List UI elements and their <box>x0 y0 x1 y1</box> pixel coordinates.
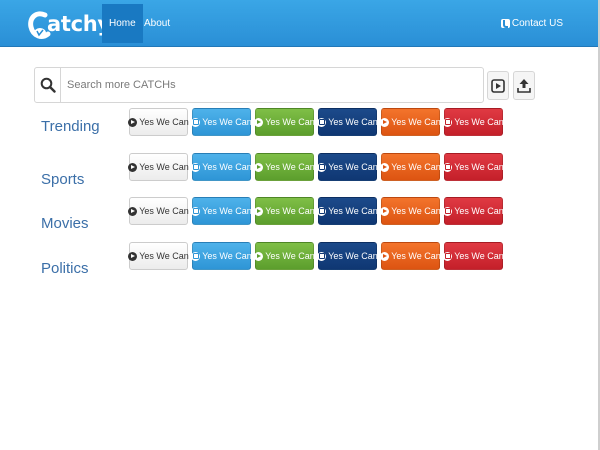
stop-circle-icon <box>443 251 453 261</box>
button-label: Yes We Can <box>202 117 252 127</box>
button-label: Yes We Can <box>454 206 504 216</box>
play-circle-icon <box>254 206 264 216</box>
yes-we-can-button-success[interactable]: Yes We Can <box>254 153 315 181</box>
yes-we-can-button-warning[interactable]: Yes We Can <box>380 242 441 270</box>
play-circle-icon <box>128 251 138 261</box>
play-circle-icon <box>128 206 138 216</box>
yes-we-can-button-primary[interactable]: Yes We Can <box>191 153 252 181</box>
button-label: Yes We Can <box>202 206 252 216</box>
stop-circle-icon <box>191 206 201 216</box>
navbar: atchy Home About Contact US <box>0 0 600 47</box>
yes-we-can-button-info[interactable]: Yes We Can <box>317 153 378 181</box>
button-label: Yes We Can <box>454 251 504 261</box>
button-label: Yes We Can <box>391 162 441 172</box>
button-label: Yes We Can <box>265 251 315 261</box>
search-bar <box>34 67 484 103</box>
button-label: Yes We Can <box>139 251 189 261</box>
yes-we-can-button-primary[interactable]: Yes We Can <box>191 197 252 225</box>
logo-c-mark-icon <box>28 9 51 39</box>
yes-we-can-button-info[interactable]: Yes We Can <box>317 242 378 270</box>
button-label: Yes We Can <box>265 117 315 127</box>
play-button[interactable] <box>487 71 509 100</box>
yes-we-can-button-warning[interactable]: Yes We Can <box>380 197 441 225</box>
play-circle-icon <box>380 117 390 127</box>
button-label: Yes We Can <box>202 162 252 172</box>
search-button[interactable] <box>35 68 61 102</box>
stop-circle-icon <box>191 117 201 127</box>
category-trending[interactable]: Trending <box>41 118 100 135</box>
stop-circle-icon <box>317 206 327 216</box>
button-label: Yes We Can <box>265 206 315 216</box>
button-label: Yes We Can <box>265 162 315 172</box>
catchy-logo[interactable]: atchy <box>28 6 111 42</box>
yes-we-can-button-danger[interactable]: Yes We Can <box>443 108 504 136</box>
upload-button[interactable] <box>513 71 535 100</box>
button-label: Yes We Can <box>202 251 252 261</box>
play-circle-icon <box>254 117 264 127</box>
stop-circle-icon <box>191 162 201 172</box>
stop-circle-icon <box>317 251 327 261</box>
contact-us-label: Contact US <box>511 18 563 29</box>
yes-we-can-button-success[interactable]: Yes We Can <box>254 197 315 225</box>
search-input[interactable] <box>61 68 483 102</box>
yes-we-can-button-info[interactable]: Yes We Can <box>317 197 378 225</box>
button-label: Yes We Can <box>328 251 378 261</box>
yes-we-can-button-danger[interactable]: Yes We Can <box>443 242 504 270</box>
category-movies[interactable]: Movies <box>41 215 89 232</box>
yes-we-can-button-warning[interactable]: Yes We Can <box>380 153 441 181</box>
yes-we-can-button-danger[interactable]: Yes We Can <box>443 153 504 181</box>
nav-about[interactable]: About <box>137 4 177 43</box>
yes-we-can-button-default[interactable]: Yes We Can <box>128 153 189 181</box>
play-icon <box>491 78 505 93</box>
contact-us-link[interactable]: Contact US <box>500 4 563 43</box>
category-sports[interactable]: Sports <box>41 171 84 188</box>
button-label: Yes We Can <box>391 117 441 127</box>
yes-we-can-button-warning[interactable]: Yes We Can <box>380 108 441 136</box>
button-label: Yes We Can <box>391 251 441 261</box>
upload-icon <box>517 78 531 93</box>
yes-we-can-button-success[interactable]: Yes We Can <box>254 108 315 136</box>
stop-circle-icon <box>443 117 453 127</box>
play-circle-icon <box>128 117 138 127</box>
yes-we-can-button-default[interactable]: Yes We Can <box>128 242 189 270</box>
yes-we-can-button-default[interactable]: Yes We Can <box>128 108 189 136</box>
button-label: Yes We Can <box>139 117 189 127</box>
button-label: Yes We Can <box>454 162 504 172</box>
yes-we-can-button-primary[interactable]: Yes We Can <box>191 108 252 136</box>
phone-icon <box>500 19 510 28</box>
search-icon <box>40 77 56 93</box>
button-label: Yes We Can <box>328 117 378 127</box>
play-circle-icon <box>380 162 390 172</box>
button-label: Yes We Can <box>328 162 378 172</box>
yes-we-can-button-default[interactable]: Yes We Can <box>128 197 189 225</box>
play-circle-icon <box>380 251 390 261</box>
play-circle-icon <box>128 162 138 172</box>
stop-circle-icon <box>317 117 327 127</box>
button-label: Yes We Can <box>391 206 441 216</box>
stop-circle-icon <box>317 162 327 172</box>
category-politics[interactable]: Politics <box>41 260 89 277</box>
stop-circle-icon <box>191 251 201 261</box>
play-circle-icon <box>254 251 264 261</box>
button-label: Yes We Can <box>139 162 189 172</box>
button-label: Yes We Can <box>328 206 378 216</box>
yes-we-can-button-success[interactable]: Yes We Can <box>254 242 315 270</box>
stop-circle-icon <box>443 206 453 216</box>
button-label: Yes We Can <box>139 206 189 216</box>
stop-circle-icon <box>443 162 453 172</box>
yes-we-can-button-info[interactable]: Yes We Can <box>317 108 378 136</box>
yes-we-can-button-primary[interactable]: Yes We Can <box>191 242 252 270</box>
yes-we-can-button-danger[interactable]: Yes We Can <box>443 197 504 225</box>
button-label: Yes We Can <box>454 117 504 127</box>
play-circle-icon <box>254 162 264 172</box>
play-circle-icon <box>380 206 390 216</box>
